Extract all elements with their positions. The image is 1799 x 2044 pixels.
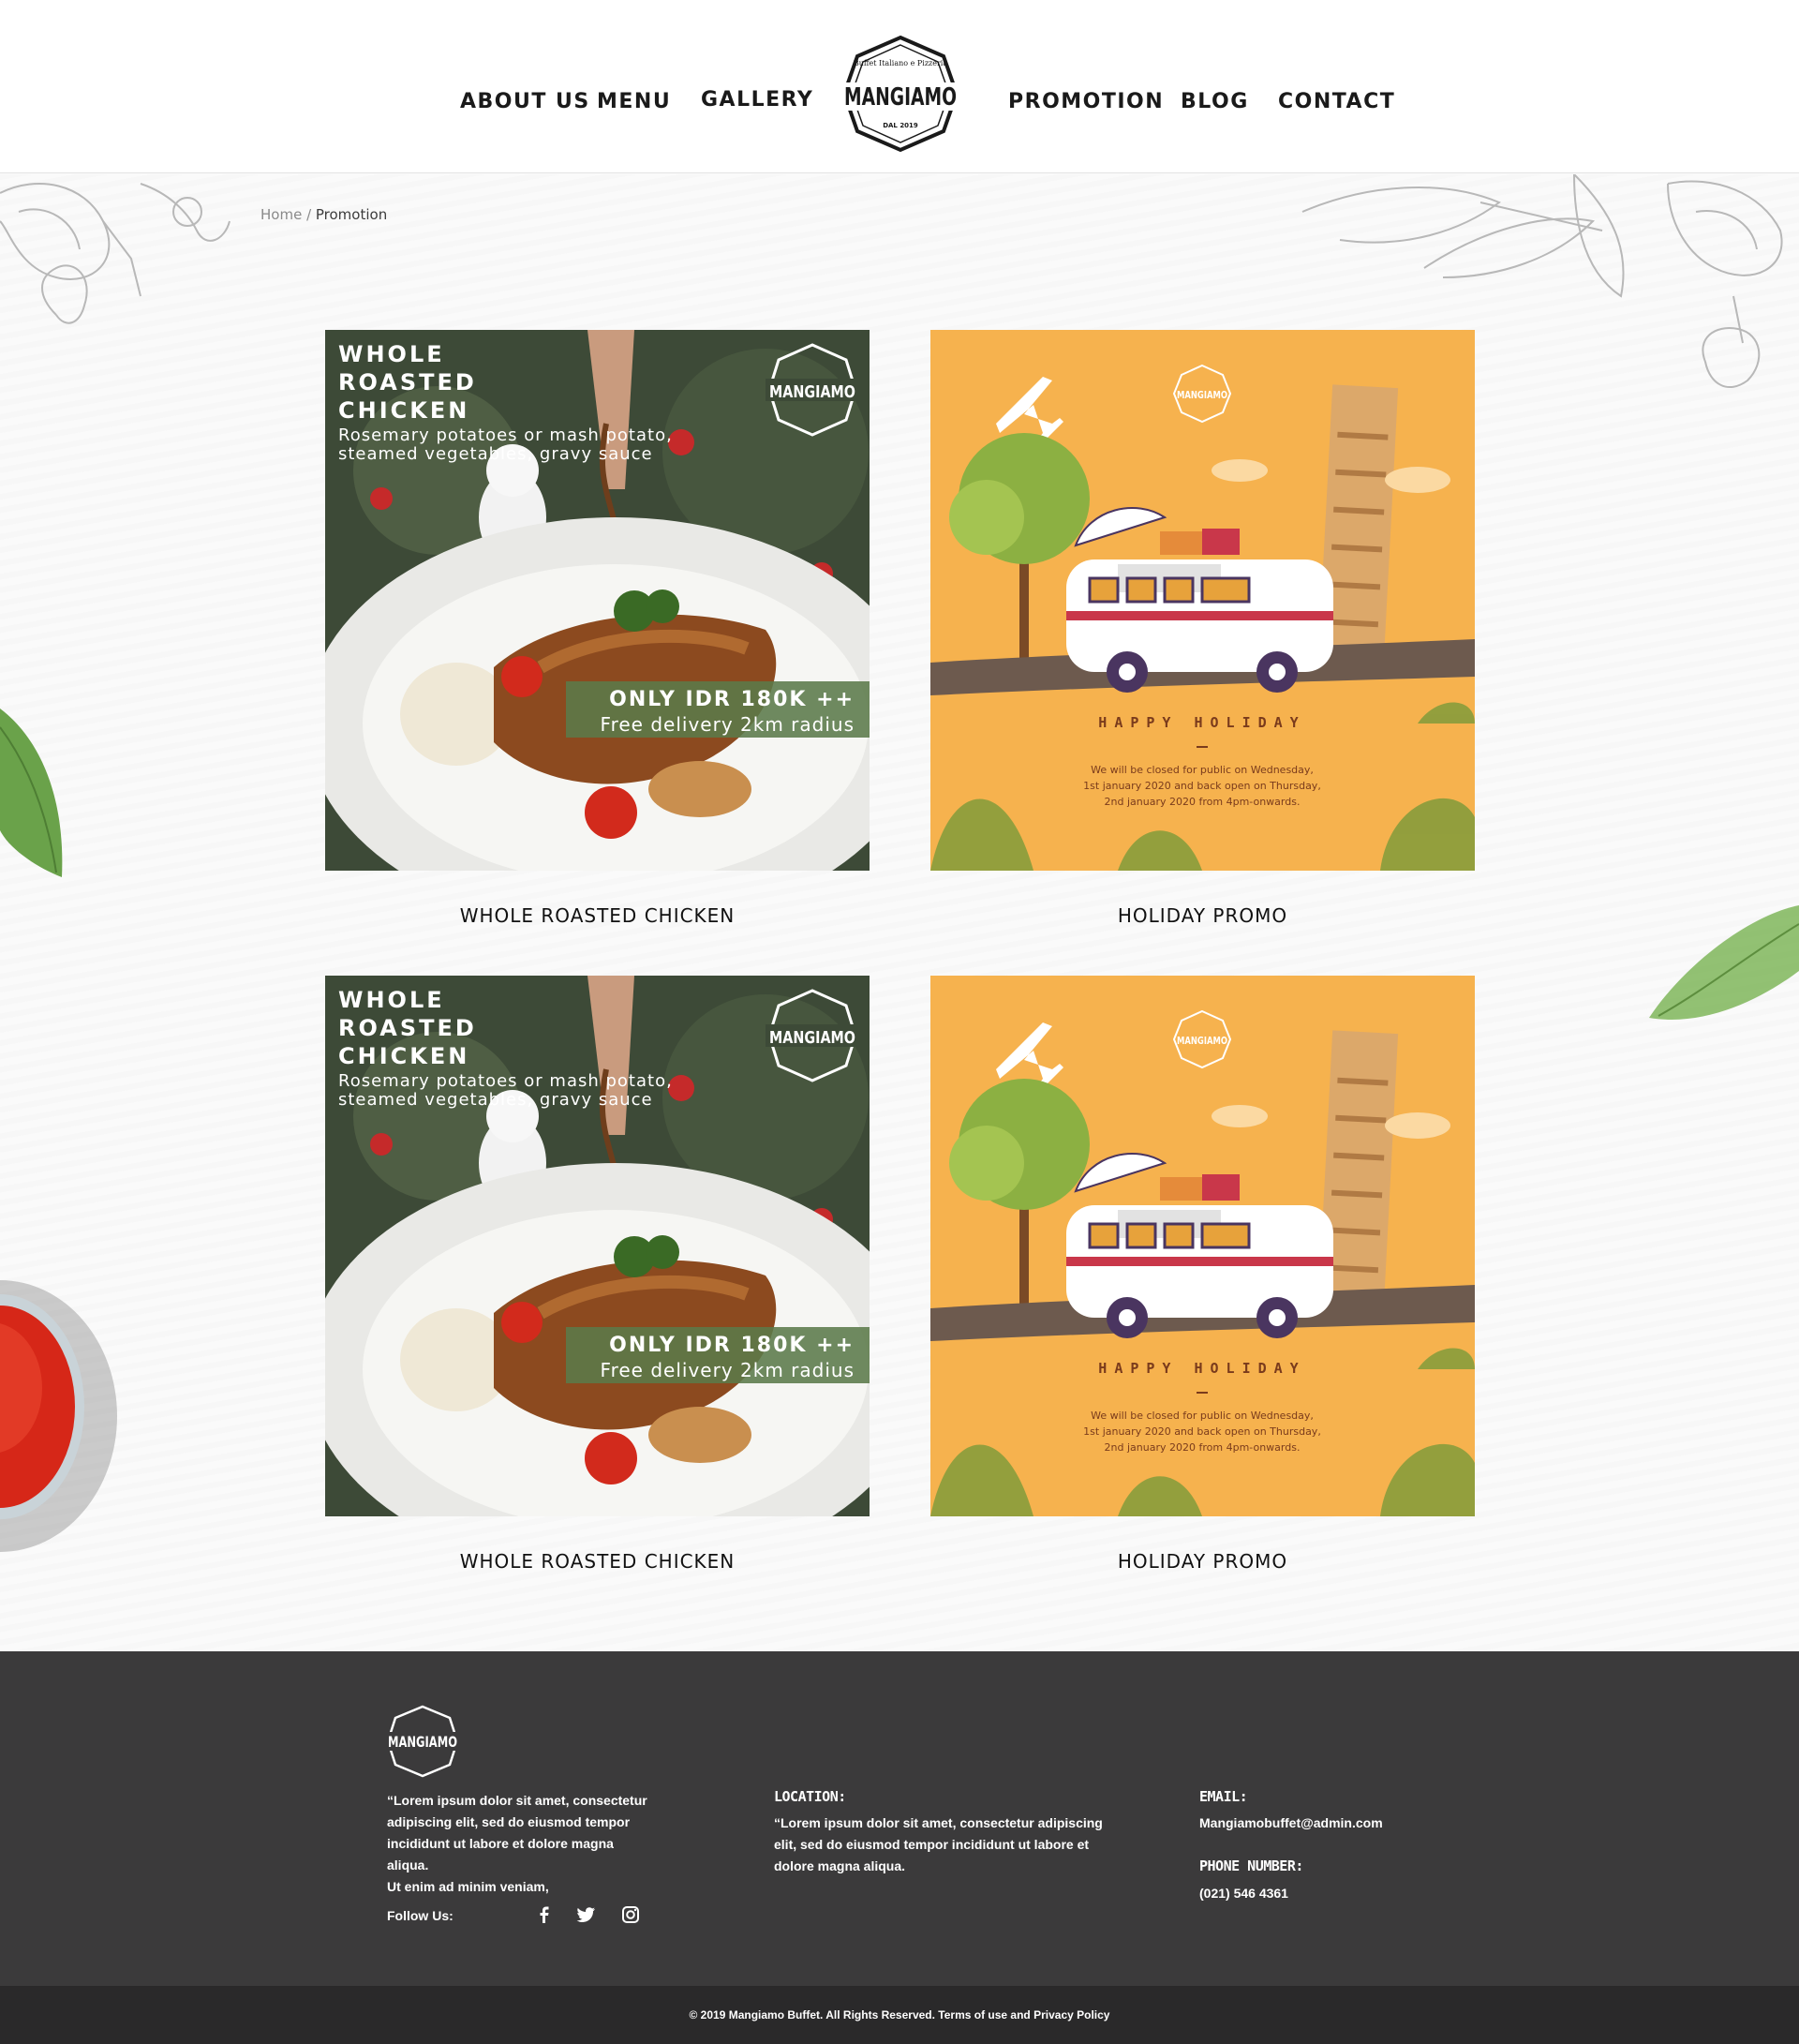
promo-image-chicken[interactable]: WHOLE ROASTED CHICKEN Rosemary potatoes …: [325, 330, 870, 871]
svg-text:HAPPY HOLIDAY: HAPPY HOLIDAY: [1098, 1360, 1305, 1377]
breadcrumb-home[interactable]: Home: [260, 206, 302, 223]
nav-menu[interactable]: MENU: [597, 90, 671, 113]
footer-about-text: “Lorem ipsum dolor sit amet, consectetur…: [387, 1793, 647, 1894]
email-link[interactable]: Mangiamobuffet@admin.com: [1199, 1813, 1383, 1834]
svg-text:Free delivery 2km radius: Free delivery 2km radius: [601, 713, 855, 736]
mangiamo-logo[interactable]: Buffet Italiano e Pizzeria MANGIAMO DAL …: [840, 34, 960, 154]
svg-text:HAPPY HOLIDAY: HAPPY HOLIDAY: [1098, 714, 1305, 731]
svg-text:steamed vegetables, gravy sauc: steamed vegetables, gravy sauce: [338, 444, 653, 464]
basil-leaf-decoration: [1649, 905, 1799, 1020]
site-header: ABOUT US MENU GALLERY Buffet Italiano e …: [0, 0, 1799, 173]
svg-text:ROASTED: ROASTED: [338, 369, 477, 395]
svg-text:MANGIAMO: MANGIAMO: [1177, 389, 1227, 401]
svg-text:DAL 2019: DAL 2019: [883, 122, 918, 129]
nav-blog[interactable]: BLOG: [1181, 90, 1249, 113]
svg-text:Rosemary potatoes or mash pota: Rosemary potatoes or mash potato,: [338, 425, 673, 445]
svg-text:ROASTED: ROASTED: [338, 1015, 477, 1041]
svg-text:1st january 2020 and back open: 1st january 2020 and back open on Thursd…: [1083, 1425, 1321, 1438]
svg-text:ONLY IDR 180K ++: ONLY IDR 180K ++: [609, 1334, 855, 1357]
nav-gallery[interactable]: GALLERY: [701, 88, 813, 112]
follow-us-label: Follow Us:: [387, 1908, 453, 1923]
svg-text:MANGIAMO: MANGIAMO: [769, 382, 855, 402]
promo-image-chicken[interactable]: WHOLE ROASTED CHICKEN Rosemary potatoes …: [325, 976, 870, 1516]
email-heading: EMAIL:: [1199, 1788, 1248, 1805]
svg-text:Free delivery 2km radius: Free delivery 2km radius: [601, 1359, 855, 1381]
svg-text:MANGIAMO: MANGIAMO: [844, 83, 957, 112]
svg-text:ONLY IDR 180K ++: ONLY IDR 180K ++: [609, 688, 855, 711]
promo-image-holiday[interactable]: MANGIAMO HAPPY HOLIDAY We will be closed…: [930, 330, 1475, 871]
basil-leaf-decoration: [0, 709, 63, 877]
nav-contact[interactable]: CONTACT: [1278, 90, 1395, 113]
promo-title[interactable]: WHOLE ROASTED CHICKEN: [325, 904, 870, 927]
svg-text:1st january 2020 and back open: 1st january 2020 and back open on Thursd…: [1083, 780, 1321, 792]
svg-text:WHOLE: WHOLE: [338, 987, 445, 1013]
phone-heading: PHONE NUMBER:: [1199, 1858, 1303, 1874]
copyright-text: © 2019 Mangiamo Buffet. All Rights Reser…: [689, 2008, 1110, 2022]
svg-text:CHICKEN: CHICKEN: [338, 1043, 469, 1069]
promo-title[interactable]: HOLIDAY PROMO: [930, 1550, 1475, 1573]
breadcrumb-current: Promotion: [315, 206, 388, 223]
nav-promotion[interactable]: PROMOTION: [1008, 90, 1164, 113]
nav-about-us[interactable]: ABOUT US: [460, 90, 590, 113]
svg-text:2nd january 2020 from 4pm-onwa: 2nd january 2020 from 4pm-onwards.: [1105, 796, 1301, 808]
svg-text:We will be closed for public o: We will be closed for public on Wednesda…: [1091, 764, 1314, 776]
svg-text:CHICKEN: CHICKEN: [338, 397, 469, 424]
svg-text:MANGIAMO: MANGIAMO: [769, 1028, 855, 1048]
promo-title[interactable]: WHOLE ROASTED CHICKEN: [325, 1550, 870, 1573]
footer-logo[interactable]: MANGIAMO: [385, 1704, 460, 1779]
breadcrumb-separator: /: [302, 206, 316, 223]
promo-card[interactable]: MANGIAMO HAPPY HOLIDAY We will be closed…: [930, 976, 1475, 1573]
copyright-bar: © 2019 Mangiamo Buffet. All Rights Reser…: [0, 1986, 1799, 2044]
svg-text:steamed vegetables, gravy sauc: steamed vegetables, gravy sauce: [338, 1090, 653, 1110]
phone-link[interactable]: (021) 546 4361: [1199, 1883, 1288, 1904]
promo-card[interactable]: WHOLE ROASTED CHICKEN Rosemary potatoes …: [325, 976, 870, 1573]
location-text: “Lorem ipsum dolor sit amet, consectetur…: [774, 1815, 1103, 1873]
site-footer: MANGIAMO “Lorem ipsum dolor sit amet, co…: [0, 1651, 1799, 1986]
instagram-icon[interactable]: [620, 1904, 641, 1925]
svg-text:2nd january 2020 from 4pm-onwa: 2nd january 2020 from 4pm-onwards.: [1105, 1441, 1301, 1454]
svg-text:Buffet Italiano e Pizzeria: Buffet Italiano e Pizzeria: [854, 59, 948, 67]
promo-image-holiday[interactable]: MANGIAMO HAPPY HOLIDAY We will be closed…: [930, 976, 1475, 1516]
facebook-icon[interactable]: [534, 1904, 555, 1925]
svg-text:We will be closed for public o: We will be closed for public on Wednesda…: [1091, 1410, 1314, 1422]
promo-title[interactable]: HOLIDAY PROMO: [930, 904, 1475, 927]
svg-text:Rosemary potatoes or mash pota: Rosemary potatoes or mash potato,: [338, 1071, 673, 1091]
promo-card[interactable]: MANGIAMO HAPPY HOLIDAY We will be closed…: [930, 330, 1475, 927]
breadcrumb: Home / Promotion: [260, 206, 387, 223]
svg-text:MANGIAMO: MANGIAMO: [1177, 1035, 1227, 1047]
twitter-icon[interactable]: [576, 1904, 597, 1925]
svg-text:MANGIAMO: MANGIAMO: [388, 1733, 457, 1751]
sauce-bowl-decoration: [0, 1280, 117, 1552]
floral-decoration-left: [0, 183, 230, 324]
svg-text:WHOLE: WHOLE: [338, 341, 445, 367]
location-heading: LOCATION:: [774, 1788, 846, 1805]
promotion-page-content: Home / Promotion WHOLE ROASTED CHICKEN R…: [0, 174, 1799, 1651]
promo-card[interactable]: WHOLE ROASTED CHICKEN Rosemary potatoes …: [325, 330, 870, 927]
